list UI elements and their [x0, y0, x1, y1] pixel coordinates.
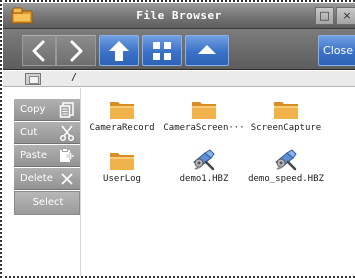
- list-item[interactable]: demo_speed.HBZ: [245, 148, 327, 192]
- file-name: CameraRecord: [89, 123, 155, 133]
- hbz-file-icon: [193, 149, 215, 171]
- title-bar: File Browser □ ×: [3, 3, 355, 29]
- delete-label: Delete: [20, 173, 53, 184]
- paste-button[interactable]: Paste: [14, 145, 80, 167]
- close-button-label: Close: [323, 44, 353, 57]
- window-title: File Browser: [136, 9, 222, 22]
- chevron-right-icon: [70, 40, 83, 61]
- folder-icon: [192, 102, 216, 119]
- x-icon: [61, 173, 73, 185]
- folder-icon: [110, 102, 134, 119]
- cut-label: Cut: [20, 127, 38, 138]
- forward-button[interactable]: [56, 35, 96, 66]
- select-label: Select: [32, 197, 64, 208]
- drive-icon[interactable]: [25, 73, 41, 85]
- paste-icon: [60, 148, 75, 162]
- paste-label: Paste: [20, 150, 47, 161]
- scissors-icon: [59, 125, 75, 141]
- hbz-file-icon: [275, 149, 297, 171]
- copy-button[interactable]: Copy: [14, 99, 80, 121]
- list-item[interactable]: demo1.HBZ: [163, 148, 245, 192]
- back-button[interactable]: [22, 35, 56, 66]
- sidebar: Copy Cut Paste Delete Select: [3, 88, 80, 276]
- file-grid: CameraRecord CameraScreen··· ScreenCaptu…: [80, 88, 355, 276]
- eject-button[interactable]: [185, 35, 229, 66]
- grid-view-icon: [153, 41, 171, 60]
- path-bar: /: [3, 71, 355, 87]
- cut-button[interactable]: Cut: [14, 122, 80, 144]
- chevron-left-icon: [32, 40, 45, 61]
- file-name: CameraScreen···: [163, 123, 245, 133]
- arrow-up-icon: [109, 40, 129, 61]
- maximize-button[interactable]: □: [315, 7, 334, 25]
- eject-icon: [198, 44, 216, 54]
- folder-icon: [110, 153, 134, 170]
- list-item[interactable]: CameraRecord: [81, 97, 163, 141]
- list-item[interactable]: UserLog: [81, 148, 163, 192]
- file-name: UserLog: [103, 174, 141, 184]
- file-name: demo_speed.HBZ: [248, 174, 324, 184]
- toolbar: Close: [3, 29, 355, 70]
- list-item[interactable]: CameraScreen···: [163, 97, 245, 141]
- file-name: demo1.HBZ: [179, 174, 229, 184]
- delete-button[interactable]: Delete: [14, 168, 80, 190]
- copy-icon: [59, 102, 74, 118]
- select-button[interactable]: Select: [14, 191, 80, 215]
- close-window-button[interactable]: ×: [336, 7, 355, 25]
- view-mode-button[interactable]: [142, 35, 182, 66]
- file-name: ScreenCapture: [250, 123, 322, 133]
- path-separator[interactable]: /: [71, 72, 77, 83]
- copy-label: Copy: [20, 104, 46, 115]
- close-button[interactable]: Close: [318, 35, 355, 66]
- parent-folder-button[interactable]: [99, 35, 139, 66]
- list-item[interactable]: ScreenCapture: [245, 97, 327, 141]
- folder-icon: [274, 102, 298, 119]
